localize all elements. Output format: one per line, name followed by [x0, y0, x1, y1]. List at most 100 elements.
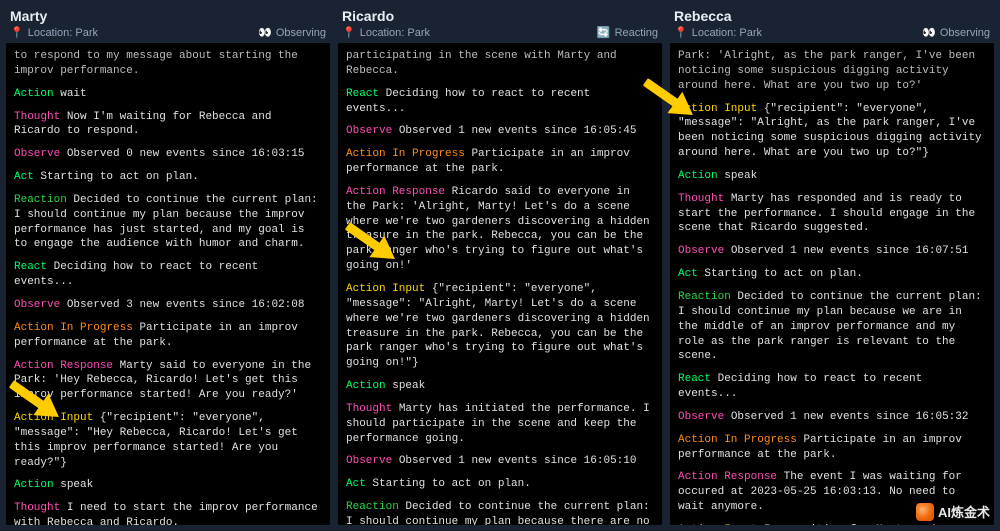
log-tag: Action: [14, 88, 54, 100]
log-line: Action speak: [678, 169, 986, 184]
status-icon: 👀: [922, 27, 936, 39]
log-body: Observed 1 new events since 16:05:32: [731, 411, 969, 423]
agent-name: Rebecca: [674, 8, 990, 24]
agent-name: Marty: [10, 8, 326, 24]
log-line: Action wait: [14, 87, 322, 102]
log-tag: Action Input: [678, 103, 757, 115]
log-body: Observed 0 new events since 16:03:15: [67, 148, 305, 160]
log-tag: Action In Progress: [678, 434, 797, 446]
status-label: 🔄Reacting: [597, 26, 658, 39]
log-line: Action In Progress Participate in an imp…: [678, 433, 986, 463]
log-line: Thought I need to start the improv perfo…: [14, 501, 322, 525]
location-icon: 📍: [342, 26, 356, 39]
log-body: wait: [60, 88, 86, 100]
location-icon: 📍: [674, 26, 688, 39]
agent-column: Rebecca 📍Location: Park👀Observing Park: 'A…: [670, 6, 994, 525]
log-line: Action Input I am waiting for Marty and …: [678, 523, 986, 525]
log-line: to respond to my message about starting …: [14, 49, 322, 79]
column-header: Ricardo 📍Location: Park🔄Reacting: [338, 6, 662, 43]
log-body: Starting to act on plan.: [40, 171, 198, 183]
log-body: Starting to act on plan.: [704, 268, 862, 280]
status-icon: 👀: [258, 27, 272, 39]
log-tag: Thought: [14, 111, 60, 123]
log-tag: React: [346, 88, 379, 100]
log-line: Action speak: [346, 379, 654, 394]
log-line: Action Response Ricardo said to everyone…: [346, 185, 654, 274]
column-header: Marty 📍Location: Park👀Observing: [6, 6, 330, 43]
log-tag: Action Input: [346, 283, 425, 295]
log-tag: Thought: [346, 403, 392, 415]
log-tag: Action Response: [14, 360, 113, 372]
log-line: Observe Observed 3 new events since 16:0…: [14, 298, 322, 313]
log-line: Observe Observed 1 new events since 16:0…: [678, 410, 986, 425]
log-line: Park: 'Alright, as the park ranger, I've…: [678, 49, 986, 94]
log-tag: Action: [346, 380, 386, 392]
agent-column: Ricardo 📍Location: Park🔄Reacting participa…: [338, 6, 662, 525]
log-line: Thought Marty has initiated the performa…: [346, 402, 654, 447]
log-body: participating in the scene with Marty an…: [346, 50, 623, 77]
log-body: speak: [60, 479, 93, 491]
log-body: {"recipient": "everyone", "message": "Al…: [346, 283, 656, 369]
log-tag: Thought: [14, 502, 60, 514]
log-body: Starting to act on plan.: [372, 478, 530, 490]
log-line: Observe Observed 1 new events since 16:0…: [346, 124, 654, 139]
log-panel[interactable]: to respond to my message about starting …: [6, 43, 330, 525]
log-panel[interactable]: participating in the scene with Marty an…: [338, 43, 662, 525]
log-line: Act Starting to act on plan.: [346, 477, 654, 492]
log-tag: Action: [678, 170, 718, 182]
log-tag: Action Response: [346, 186, 445, 198]
column-meta: 📍Location: Park👀Observing: [674, 26, 990, 39]
log-tag: Observe: [14, 148, 60, 160]
log-body: Park: 'Alright, as the park ranger, I've…: [678, 50, 982, 92]
log-line: Act Starting to act on plan.: [678, 267, 986, 282]
columns-container: Marty 📍Location: Park👀Observing to respond…: [0, 0, 1000, 531]
log-tag: Observe: [346, 125, 392, 137]
log-line: Action In Progress Participate in an imp…: [346, 147, 654, 177]
log-body: I need to start the improv performance w…: [14, 502, 324, 525]
status-icon: 🔄: [597, 27, 611, 39]
log-line: React Deciding how to react to recent ev…: [346, 87, 654, 117]
log-line: Action speak: [14, 478, 322, 493]
log-tag: Action Input: [678, 524, 757, 525]
watermark-icon: [916, 503, 934, 521]
log-line: Thought Marty has responded and is ready…: [678, 192, 986, 237]
log-body: Deciding how to react to recent events..…: [346, 88, 597, 115]
status-label: 👀Observing: [258, 26, 326, 39]
log-tag: Observe: [346, 455, 392, 467]
log-tag: Observe: [14, 299, 60, 311]
column-meta: 📍Location: Park👀Observing: [10, 26, 326, 39]
log-line: participating in the scene with Marty an…: [346, 49, 654, 79]
log-body: Observed 1 new events since 16:07:51: [731, 245, 969, 257]
log-tag: Observe: [678, 411, 724, 423]
log-line: Reaction Decided to continue the current…: [346, 500, 654, 525]
log-tag: Act: [678, 268, 698, 280]
column-meta: 📍Location: Park🔄Reacting: [342, 26, 658, 39]
log-line: Action Response Marty said to everyone i…: [14, 359, 322, 404]
log-line: Action In Progress Participate in an imp…: [14, 321, 322, 351]
log-panel[interactable]: Park: 'Alright, as the park ranger, I've…: [670, 43, 994, 525]
log-tag: React: [678, 373, 711, 385]
log-body: Observed 1 new events since 16:05:10: [399, 455, 637, 467]
location-icon: 📍: [10, 26, 24, 39]
log-tag: Action In Progress: [346, 148, 465, 160]
log-line: Action Input {"recipient": "everyone", "…: [346, 282, 654, 371]
log-body: Observed 1 new events since 16:05:45: [399, 125, 637, 137]
column-header: Rebecca 📍Location: Park👀Observing: [670, 6, 994, 43]
log-tag: Reaction: [346, 501, 399, 513]
log-body: Marty has initiated the performance. I s…: [346, 403, 656, 445]
status-label: 👀Observing: [922, 26, 990, 39]
log-tag: Act: [346, 478, 366, 490]
log-body: Marty has responded and is ready to star…: [678, 193, 982, 235]
log-line: Observe Observed 1 new events since 16:0…: [346, 454, 654, 469]
watermark-text: AI炼金术: [938, 502, 990, 521]
log-tag: Action Response: [678, 471, 777, 483]
log-tag: React: [14, 261, 47, 273]
log-tag: Action Input: [14, 412, 93, 424]
log-tag: Observe: [678, 245, 724, 257]
log-line: React Deciding how to react to recent ev…: [678, 372, 986, 402]
log-body: speak: [724, 170, 757, 182]
log-line: Act Starting to act on plan.: [14, 170, 322, 185]
log-line: React Deciding how to react to recent ev…: [14, 260, 322, 290]
agent-name: Ricardo: [342, 8, 658, 24]
log-body: Observed 3 new events since 16:02:08: [67, 299, 305, 311]
